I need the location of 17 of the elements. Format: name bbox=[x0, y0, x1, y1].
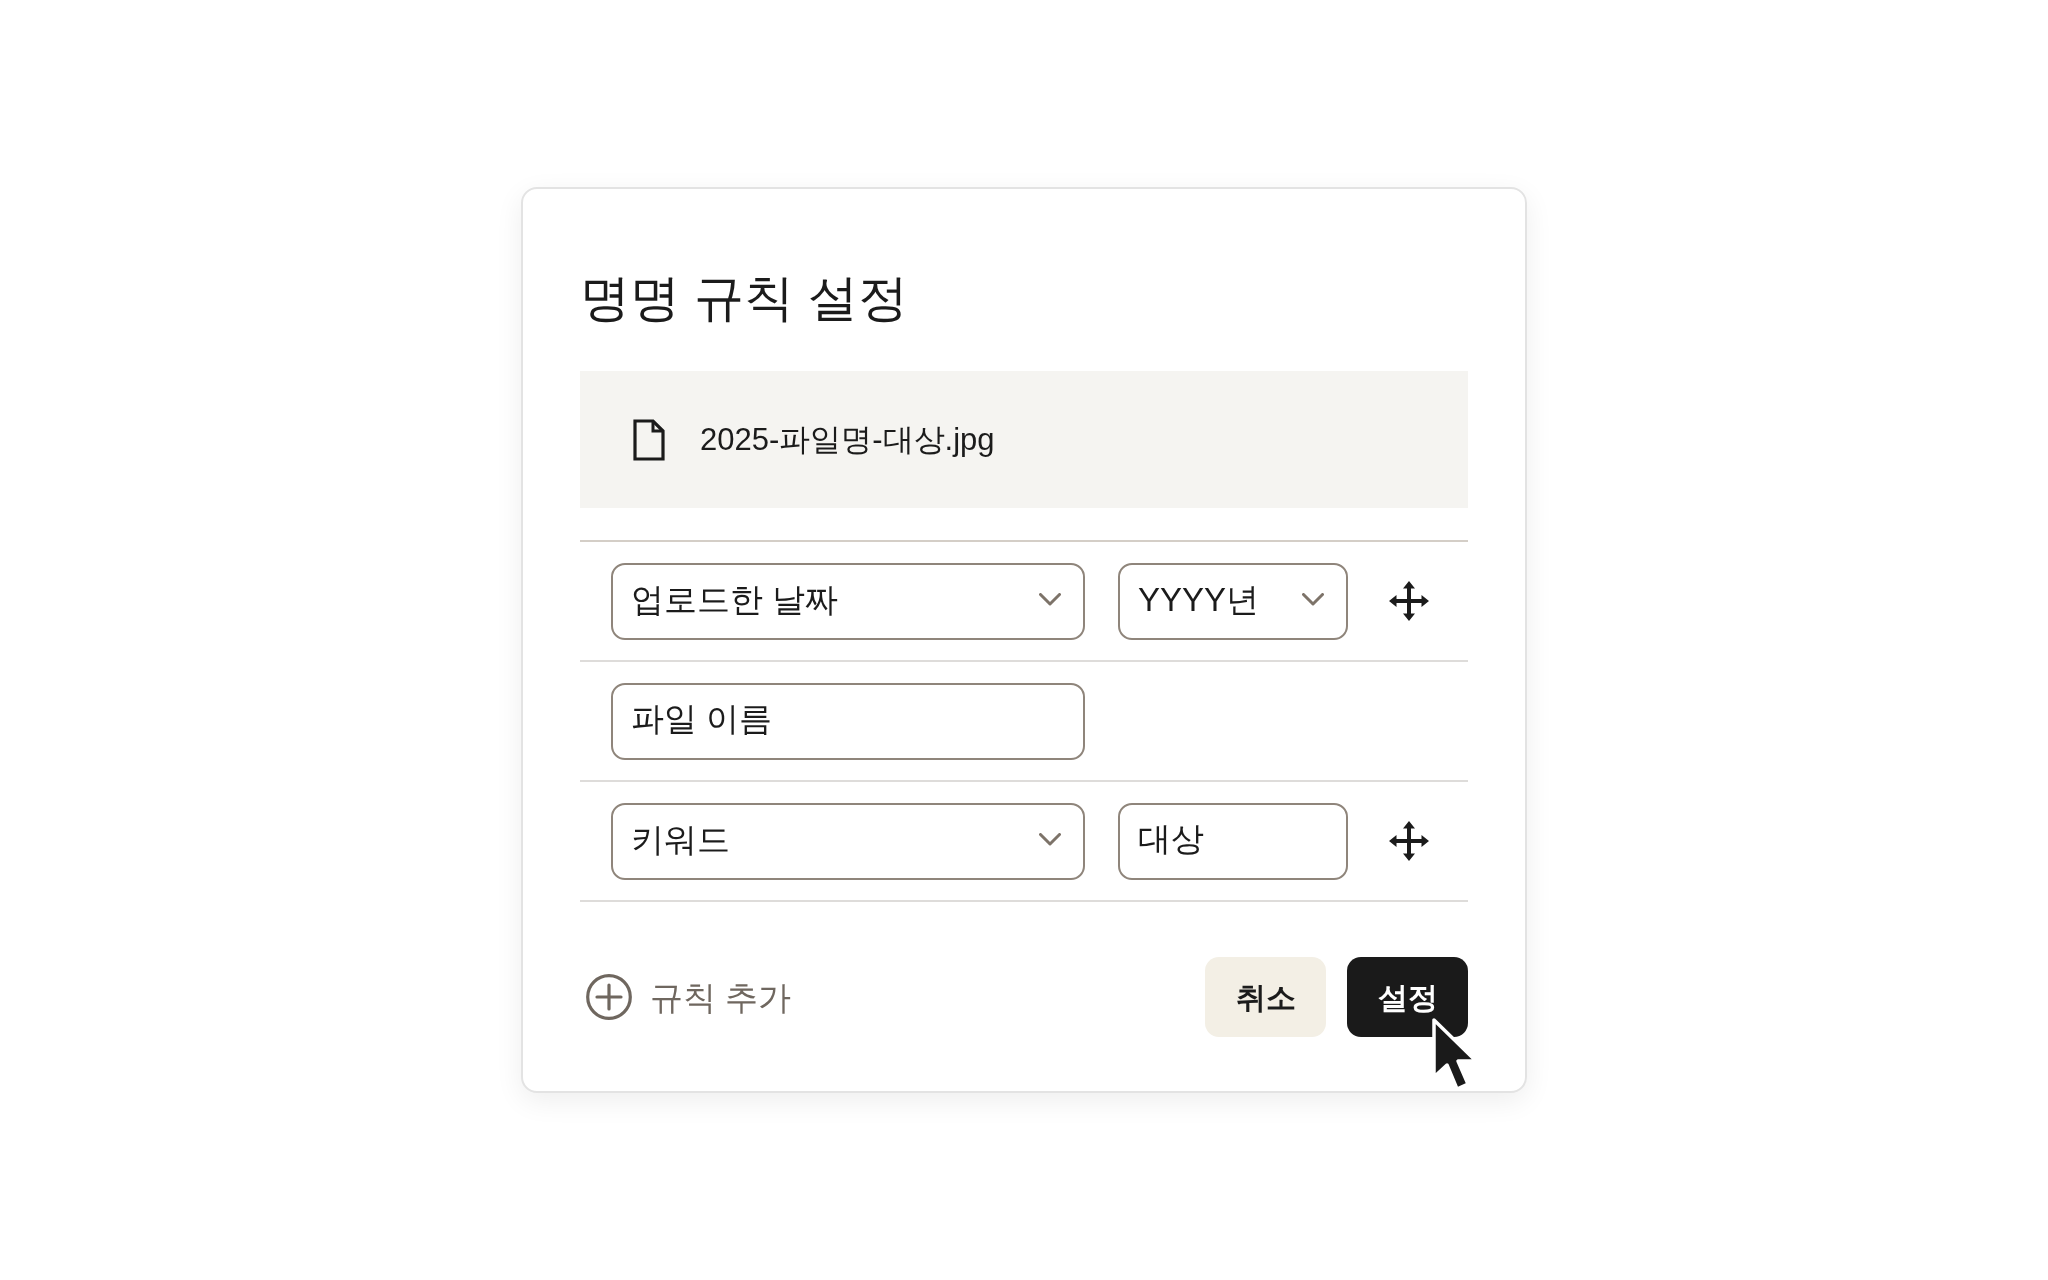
text-input[interactable]: 대상 bbox=[1118, 802, 1348, 880]
document-icon bbox=[633, 418, 665, 461]
move-icon[interactable] bbox=[1388, 820, 1430, 863]
plus-circle-icon bbox=[586, 974, 632, 1021]
chevron-down-icon bbox=[1039, 593, 1061, 607]
dialog-title: 명명 규칙 설정 bbox=[580, 268, 909, 328]
filename-text: 2025-파일명-대상.jpg bbox=[700, 420, 995, 459]
add-rule-button[interactable]: 규칙 추가 bbox=[586, 972, 792, 1022]
confirm-button[interactable]: 설정 bbox=[1347, 957, 1468, 1038]
dropdown[interactable]: 키워드 bbox=[611, 802, 1085, 880]
dropdown[interactable]: YYYY년 bbox=[1118, 562, 1348, 640]
dropdown[interactable]: 업로드한 날짜 bbox=[611, 562, 1085, 640]
chevron-down-icon bbox=[1302, 593, 1324, 607]
cancel-button[interactable]: 취소 bbox=[1205, 957, 1326, 1038]
move-icon[interactable] bbox=[1388, 580, 1430, 623]
text-input[interactable]: 파일 이름 bbox=[611, 682, 1085, 760]
chevron-down-icon bbox=[1039, 833, 1061, 847]
